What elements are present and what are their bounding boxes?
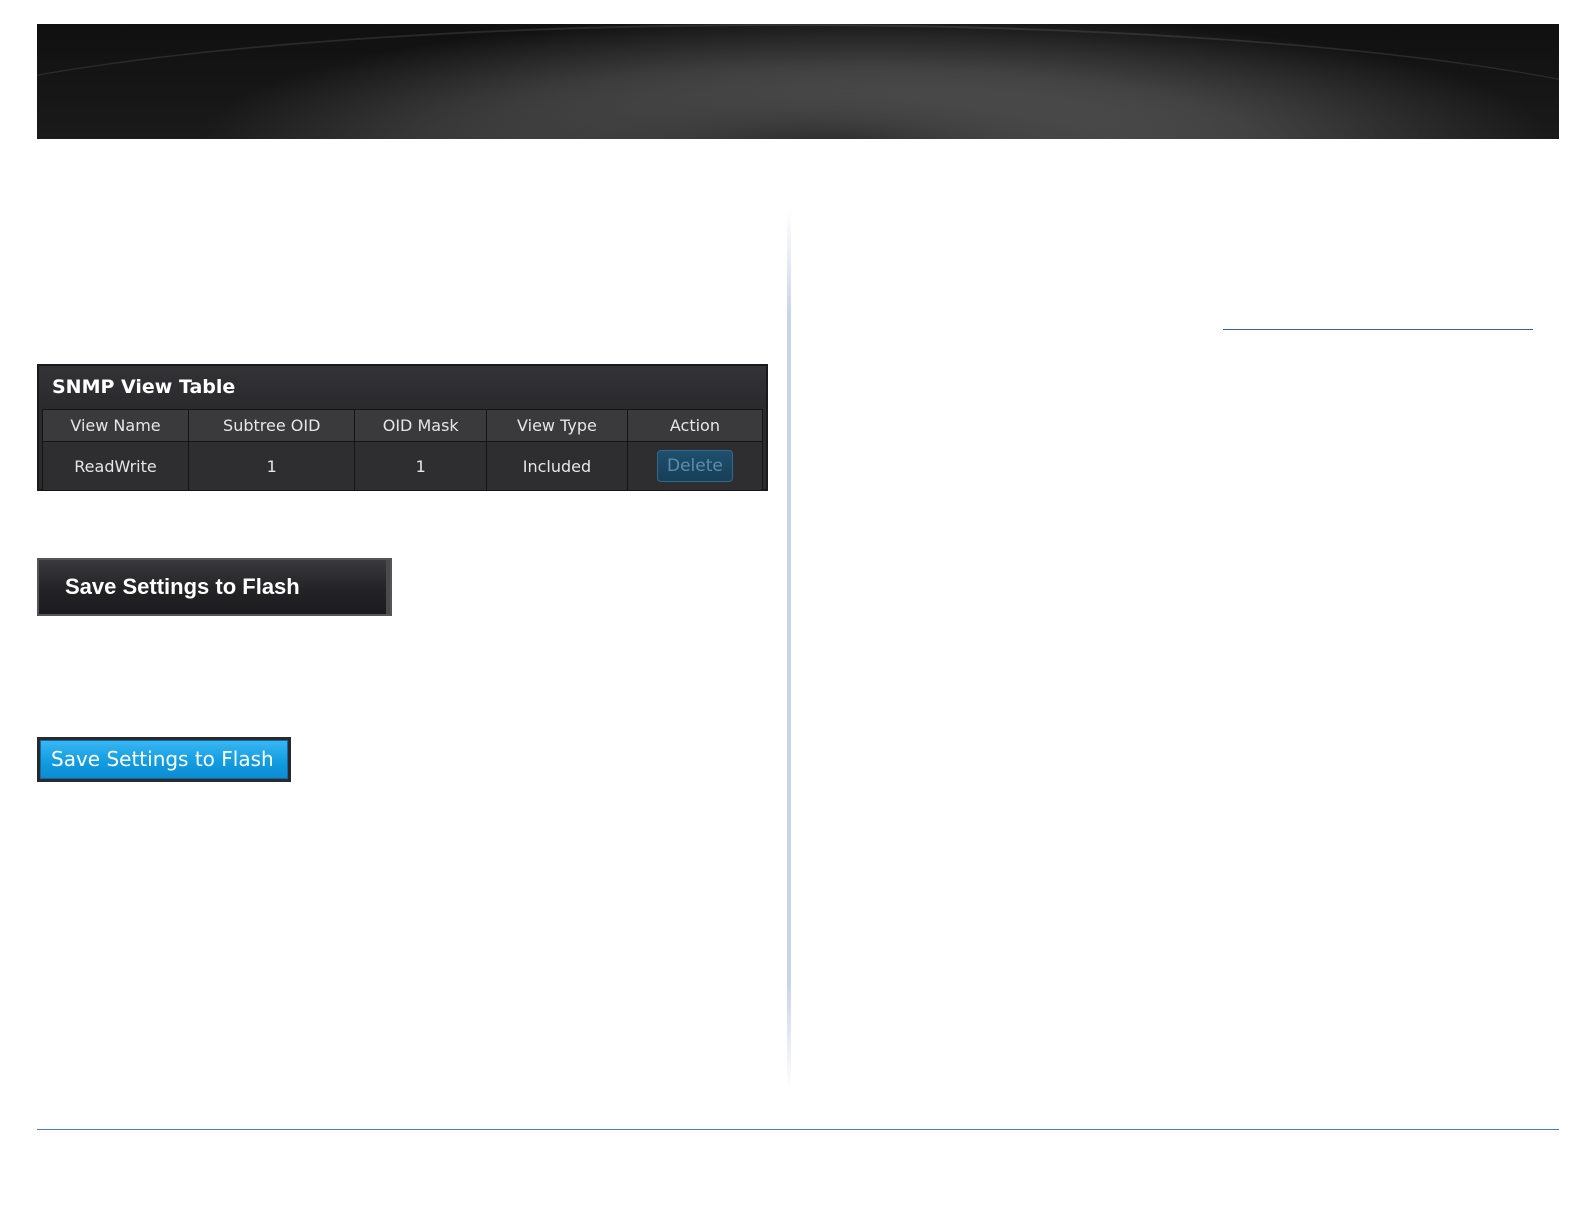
column-header-subtree-oid: Subtree OID [188, 409, 356, 442]
column-divider [787, 210, 791, 1090]
cell-view-type: Included [486, 441, 628, 491]
header-banner [37, 24, 1559, 139]
cell-subtree-oid: 1 [188, 441, 356, 491]
save-settings-to-flash-button-frame: Save Settings to Flash [37, 737, 291, 782]
column-header-oid-mask: OID Mask [354, 409, 487, 442]
snmp-view-table-title: SNMP View Table [39, 366, 766, 408]
link-underline [1223, 329, 1533, 330]
column-header-view-type: View Type [486, 409, 628, 442]
column-header-view-name: View Name [41, 409, 190, 442]
snmp-view-table-panel: SNMP View Table View Name Subtree OID OI… [37, 364, 768, 491]
save-settings-to-flash-menu-button[interactable]: Save Settings to Flash [37, 558, 392, 616]
column-header-action: Action [626, 409, 764, 442]
footer-rule [37, 1129, 1559, 1130]
delete-button[interactable]: Delete [656, 450, 733, 482]
table-header-row: View Name Subtree OID OID Mask View Type… [41, 409, 764, 442]
cell-oid-mask: 1 [354, 441, 487, 491]
snmp-view-table: View Name Subtree OID OID Mask View Type… [41, 409, 764, 491]
cell-view-name: ReadWrite [41, 441, 190, 491]
save-settings-to-flash-button[interactable]: Save Settings to Flash [40, 740, 288, 779]
table-row: ReadWrite 1 1 Included Delete [41, 441, 764, 491]
cell-action: Delete [626, 441, 764, 491]
